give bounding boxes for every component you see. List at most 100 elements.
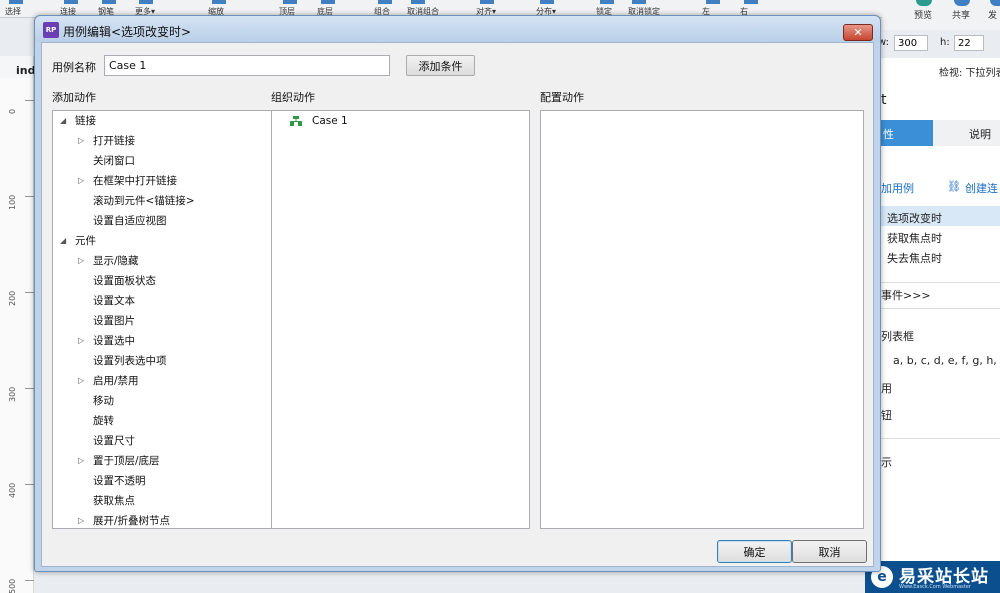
toolbar-icon[interactable]: [706, 0, 720, 4]
toolbar-icon[interactable]: [632, 0, 646, 4]
case-label: Case 1: [312, 115, 348, 127]
tree-item[interactable]: 设置不透明: [53, 471, 278, 491]
ruler-tick: [25, 292, 34, 293]
tree-item[interactable]: ▷ 展开/折叠树节点: [53, 511, 278, 528]
tree-item[interactable]: 关闭窗口: [53, 151, 278, 171]
dialog-titlebar[interactable]: RP 用例编辑<选项改变时> ✕: [35, 16, 880, 42]
tooltip-option[interactable]: 示: [881, 454, 892, 470]
tree-item-label: 设置选中: [93, 335, 135, 347]
event-item[interactable]: 失去焦点时: [887, 250, 942, 266]
tree-item-label: 设置文本: [93, 295, 135, 307]
collapsed-arrow-icon[interactable]: ▷: [78, 131, 84, 151]
organize-action-heading: 组织动作: [271, 91, 315, 104]
toolbar-icon[interactable]: [212, 0, 226, 4]
event-item[interactable]: 选项改变时: [887, 210, 942, 226]
toolbar-icon[interactable]: [378, 0, 392, 4]
width-input[interactable]: [894, 35, 928, 51]
tree-item[interactable]: 设置尺寸: [53, 431, 278, 451]
tab-notes[interactable]: 说明: [933, 120, 1000, 146]
toolbar-icon[interactable]: [480, 0, 494, 4]
ruler-label: 400: [8, 482, 17, 498]
toolbar-icon[interactable]: [102, 0, 116, 4]
tree-item-label: 打开链接: [93, 135, 135, 147]
tree-item-label: 元件: [75, 235, 96, 247]
action-tree: ◢ 链接 ▷ 打开链接关闭窗口 ▷ 在框架中打开链接 滚动到元件<锚链接> 设置自适应视图 ◢ 元…: [53, 111, 278, 528]
toolbar-icon[interactable]: [540, 0, 554, 4]
disabled-option[interactable]: 用: [881, 380, 892, 396]
toolbar-icon[interactable]: [600, 0, 614, 4]
tree-item-label: 设置尺寸: [93, 435, 135, 447]
add-condition-button[interactable]: 添加条件: [406, 55, 475, 76]
list-values[interactable]: a, b, c, d, e, f, g, h, i, j: [893, 354, 1000, 367]
divider: [881, 308, 1000, 309]
collapsed-arrow-icon[interactable]: ▷: [78, 511, 84, 528]
tree-item[interactable]: 设置面板状态: [53, 271, 278, 291]
create-link[interactable]: 创建连: [965, 180, 998, 196]
close-button[interactable]: ✕: [843, 24, 873, 41]
toolbar-icon[interactable]: [283, 0, 297, 4]
tree-item[interactable]: ▷ 在框架中打开链接: [53, 171, 278, 191]
tree-item-label: 旋转: [93, 415, 114, 427]
collapsed-arrow-icon[interactable]: ▷: [78, 371, 84, 391]
ruler-label: 500: [8, 578, 17, 593]
tree-item[interactable]: 获取焦点: [53, 491, 278, 511]
collapsed-arrow-icon[interactable]: ▷: [78, 251, 84, 271]
tree-item-label: 链接: [75, 115, 96, 127]
case-editor-dialog: RP 用例编辑<选项改变时> ✕ 用例名称 添加条件 添加动作 组织动作 配置动…: [34, 15, 881, 572]
add-case-link[interactable]: 加用例: [881, 180, 914, 196]
add-action-heading: 添加动作: [52, 91, 96, 104]
app-icon: RP: [43, 22, 59, 38]
collapsed-arrow-icon[interactable]: ▷: [78, 451, 84, 471]
tree-item[interactable]: ▷ 显示/隐藏: [53, 251, 278, 271]
more-events-link[interactable]: 事件>>>: [881, 287, 931, 303]
inspector-panel: 检视: 下拉列表 t 性 说明 加用例 ⛓ 创建连 选项改变时 获取焦点时 失去焦点…: [880, 58, 1000, 593]
tree-item-label: 启用/禁用: [93, 375, 139, 387]
tree-category[interactable]: ◢ 链接: [53, 111, 278, 131]
add-action-pane: ◢ 链接 ▷ 打开链接关闭窗口 ▷ 在框架中打开链接 滚动到元件<锚链接> 设置自适应视图 ◢ 元…: [52, 110, 294, 529]
tree-item-label: 移动: [93, 395, 114, 407]
tree-item[interactable]: ▷ 启用/禁用: [53, 371, 278, 391]
toolbar-button-label[interactable]: 发: [988, 8, 997, 21]
toolbar-icon[interactable]: [321, 0, 335, 4]
toolbar-icon[interactable]: [9, 0, 23, 4]
button-option[interactable]: 钮: [881, 407, 892, 423]
expanded-arrow-icon[interactable]: ◢: [60, 111, 66, 131]
tree-item[interactable]: 设置列表选中项: [53, 351, 278, 371]
toolbar-icon[interactable]: [411, 0, 425, 4]
case-name-input[interactable]: [104, 55, 390, 76]
tree-item-label: 关闭窗口: [93, 155, 135, 167]
tree-item[interactable]: 滚动到元件<锚链接>: [53, 191, 278, 211]
toolbar-icon[interactable]: [64, 0, 78, 4]
configure-action-heading: 配置动作: [540, 91, 584, 104]
toolbar-button-label[interactable]: 预览: [914, 8, 932, 21]
tree-item[interactable]: 设置自适应视图: [53, 211, 278, 231]
toolbar-button-label[interactable]: 选择: [5, 6, 21, 17]
tree-item-label: 置于顶层/底层: [93, 455, 160, 467]
toolbar-icon[interactable]: [139, 0, 153, 4]
tab-properties[interactable]: 性: [881, 120, 933, 146]
tree-item-label: 设置自适应视图: [93, 215, 167, 227]
toolbar-icon[interactable]: [744, 0, 758, 4]
toolbar-icon[interactable]: [990, 0, 1000, 6]
tree-item[interactable]: 设置文本: [53, 291, 278, 311]
ok-button[interactable]: 确定: [717, 540, 792, 563]
toolbar-button-label[interactable]: 共享: [952, 8, 970, 21]
tree-category[interactable]: ◢ 元件: [53, 231, 278, 251]
tree-item-label: 设置面板状态: [93, 275, 156, 287]
page-tab-label[interactable]: ind: [16, 64, 35, 77]
collapsed-arrow-icon[interactable]: ▷: [78, 171, 84, 191]
collapsed-arrow-icon[interactable]: ▷: [78, 331, 84, 351]
toolbar-icon[interactable]: [954, 0, 970, 6]
list-box-section: 列表框: [881, 330, 914, 343]
tree-item[interactable]: ▷ 置于顶层/底层: [53, 451, 278, 471]
tree-item[interactable]: 移动: [53, 391, 278, 411]
cancel-button[interactable]: 取消: [792, 540, 867, 563]
expanded-arrow-icon[interactable]: ◢: [60, 231, 66, 251]
tree-item[interactable]: 旋转: [53, 411, 278, 431]
height-input[interactable]: [954, 35, 984, 51]
toolbar-icon[interactable]: [916, 0, 932, 6]
event-item[interactable]: 获取焦点时: [887, 230, 942, 246]
tree-item[interactable]: 设置图片: [53, 311, 278, 331]
tree-item[interactable]: ▷ 设置选中: [53, 331, 278, 351]
tree-item[interactable]: ▷ 打开链接: [53, 131, 278, 151]
